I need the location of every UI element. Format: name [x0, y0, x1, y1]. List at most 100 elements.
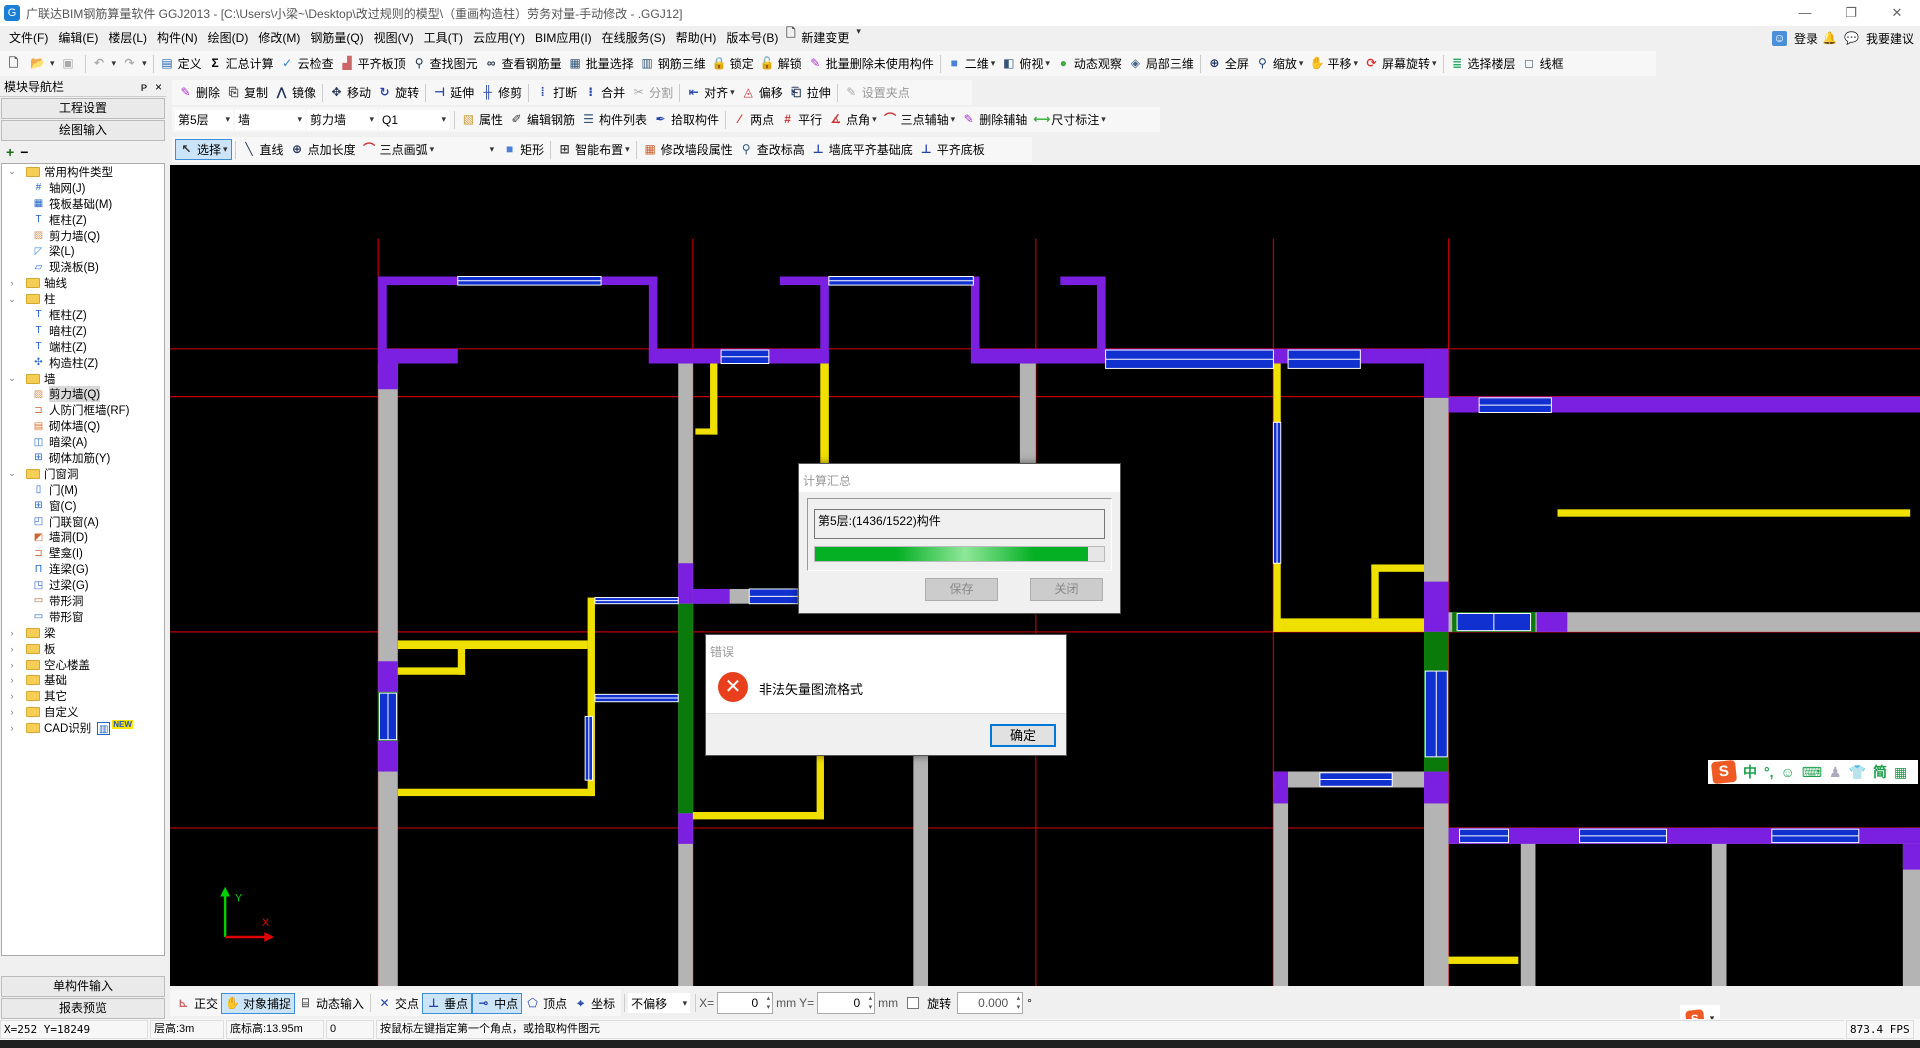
rebar-3d-button[interactable]: ▥ 钢筋三维 — [637, 53, 709, 74]
tree-item[interactable]: ▱ 现浇板(B) — [2, 259, 164, 275]
dropdown-arrow-icon[interactable]: ▾ — [50, 58, 55, 69]
trim-button[interactable]: ╫ 修剪 — [477, 82, 525, 103]
dropdown-arrow-icon[interactable]: ▾ — [1432, 58, 1437, 69]
save-button[interactable]: ▣ — [58, 53, 82, 74]
expand-icon[interactable]: › — [6, 278, 18, 288]
keyboard-icon[interactable]: ⌨ — [1802, 764, 1822, 781]
category-select[interactable]: 墙 ▾ — [235, 109, 305, 130]
wall-props-button[interactable]: ▦ 修改墙段属性 — [640, 139, 736, 160]
tree-item[interactable]: T 暗柱(Z) — [2, 323, 164, 339]
menu-item[interactable]: 工具(T) — [419, 26, 468, 50]
tree-item[interactable]: ◳ 过梁(G) — [2, 577, 164, 593]
sigma-button[interactable]: Σ 汇总计算 — [205, 53, 277, 74]
align-button[interactable]: ⇤ 对齐 ▾ — [683, 82, 738, 103]
tree-item[interactable]: › 梁 — [2, 625, 164, 641]
wall-segment[interactable] — [378, 740, 398, 772]
tree-item[interactable]: › CAD识别 ▥ NEW — [2, 719, 164, 736]
ortho-button[interactable]: ⊾ 正交 — [173, 993, 221, 1014]
wall-segment[interactable] — [678, 563, 693, 604]
single-component-input-button[interactable]: 单构件输入 — [1, 976, 165, 997]
report-preview-button[interactable]: 报表预览 — [1, 998, 165, 1019]
expand-icon[interactable]: › — [6, 675, 18, 685]
ime-punct-toggle[interactable]: °, — [1764, 764, 1774, 780]
dropdown-arrow-icon[interactable]: ▾ — [1299, 58, 1304, 69]
wall-segment[interactable] — [820, 276, 829, 364]
nav-close-button[interactable]: × — [155, 80, 162, 94]
wall-segment[interactable] — [1424, 581, 1449, 632]
perpendicular-button[interactable]: ⊥ 垂点 — [422, 992, 473, 1014]
expand-icon[interactable]: › — [6, 691, 18, 701]
menu-item[interactable]: 新建变更 — [801, 26, 854, 50]
menu-item[interactable]: 编辑(E) — [53, 26, 103, 50]
dropdown-arrow-icon[interactable]: ▾ — [730, 87, 735, 98]
ok-button[interactable]: 确定 — [990, 724, 1056, 747]
wall-segment[interactable] — [1711, 827, 1727, 986]
save-button[interactable]: 保存 — [925, 578, 998, 601]
batch-select-button[interactable]: ▦ 批量选择 — [565, 53, 637, 74]
slab-base-button[interactable]: ⊥ 平齐底板 — [916, 139, 988, 160]
smart-layout-button[interactable]: ⊞ 智能布置 ▾ — [554, 139, 633, 160]
wall-segment[interactable] — [1371, 564, 1379, 619]
wall-base-button[interactable]: ⊥ 墙底平齐基础底 — [808, 139, 916, 160]
new-file-button[interactable]: 🗋 — [3, 53, 27, 74]
pin-button[interactable]: ᴘ — [141, 80, 147, 94]
tree-item[interactable]: ▭ 带形洞 — [2, 593, 164, 609]
tree-item[interactable]: ▤ 砌体墙(Q) — [2, 418, 164, 434]
eyedropper-button[interactable]: ✒ 拾取构件 — [650, 109, 722, 130]
rotate-button[interactable]: ↻ 旋转 — [374, 82, 422, 103]
expand-icon[interactable]: › — [6, 723, 18, 733]
tree-item[interactable]: ⊐ 人防门框墙(RF) — [2, 402, 164, 418]
minimize-button[interactable]: — — [1782, 0, 1828, 26]
tree-item[interactable]: ⌄ 门窗洞 — [2, 466, 164, 482]
wall-segment[interactable] — [1424, 348, 1449, 398]
login-link[interactable]: 登录 — [1794, 30, 1818, 47]
expand-all-button[interactable]: + — [6, 144, 14, 160]
menu-item[interactable]: 文件(F) — [4, 26, 53, 50]
menu-item[interactable]: 构件(N) — [152, 26, 203, 50]
wall-segment[interactable] — [1273, 771, 1289, 804]
wall-segment[interactable] — [397, 640, 588, 650]
shape-select[interactable]: ▾ — [437, 139, 498, 160]
tree-item[interactable]: ⊐ 壁龛(I) — [2, 545, 164, 561]
dropdown-arrow-icon[interactable]: ▾ — [1045, 58, 1050, 69]
define-button[interactable]: ▤ 定义 — [157, 53, 205, 74]
tree-item[interactable]: ✣ 构造柱(Z) — [2, 355, 164, 371]
lock-button[interactable]: 🔒 锁定 — [709, 53, 757, 74]
component-select[interactable]: Q1 ▾ — [379, 109, 449, 130]
menu-item[interactable]: 视图(V) — [369, 26, 419, 50]
tree-item[interactable]: T 端柱(Z) — [2, 339, 164, 355]
dropdown-arrow-icon[interactable]: ▾ — [223, 144, 228, 155]
offset-button[interactable]: ◬ 偏移 — [738, 82, 786, 103]
wall-segment[interactable] — [1273, 771, 1289, 986]
collapse-icon[interactable]: ⌄ — [6, 294, 18, 305]
cursor-button[interactable]: ↖ 选择 ▾ — [175, 139, 232, 160]
dimension-button[interactable]: ⟷ 尺寸标注 ▾ — [1030, 109, 1109, 130]
user-account-icon[interactable]: ♟ — [1829, 764, 1842, 781]
redo-button[interactable]: ↷ ▾ — [119, 53, 150, 74]
rotate-checkbox[interactable] — [907, 997, 920, 1009]
tree-item[interactable]: # 轴网(J) — [2, 180, 164, 196]
delete-axis-button[interactable]: ✎ 删除辅轴 — [958, 109, 1030, 130]
dropdown-arrow-icon[interactable]: ▾ — [112, 58, 117, 69]
wall-segment[interactable] — [1536, 612, 1568, 632]
tree-item[interactable]: ⌄ 墙 — [2, 371, 164, 387]
binoculars-button[interactable]: ⚲ 查找图元 — [409, 53, 481, 74]
tree-item[interactable]: ⌄ 常用构件类型 — [2, 164, 164, 180]
tree-item[interactable]: T 框柱(Z) — [2, 307, 164, 323]
move-button[interactable]: ✥ 移动 — [326, 82, 374, 103]
tree-item[interactable]: ⊞ 砌体加筋(Y) — [2, 450, 164, 466]
edit-rebar-button[interactable]: ✐ 编辑钢筋 — [506, 109, 578, 130]
y-offset-input[interactable]: 0 — [817, 992, 876, 1014]
menu-item[interactable]: 修改(M) — [253, 26, 305, 50]
tree-item[interactable]: ▨ 剪力墙(Q) — [2, 386, 164, 403]
menu-item[interactable]: 在线服务(S) — [597, 26, 671, 50]
wall-segment[interactable] — [1019, 363, 1036, 466]
cloud-check-button[interactable]: ✓ 云检查 — [277, 53, 337, 74]
wall-segment[interactable] — [378, 661, 398, 692]
expand-icon[interactable]: › — [6, 644, 18, 654]
collapse-icon[interactable]: ⌄ — [6, 373, 18, 384]
wall-segment[interactable] — [1424, 771, 1449, 804]
menu-item[interactable]: BIM应用(I) — [530, 26, 597, 50]
tree-item[interactable]: ◫ 暗梁(A) — [2, 434, 164, 450]
tree-item[interactable]: ⊞ 窗(C) — [2, 498, 164, 514]
